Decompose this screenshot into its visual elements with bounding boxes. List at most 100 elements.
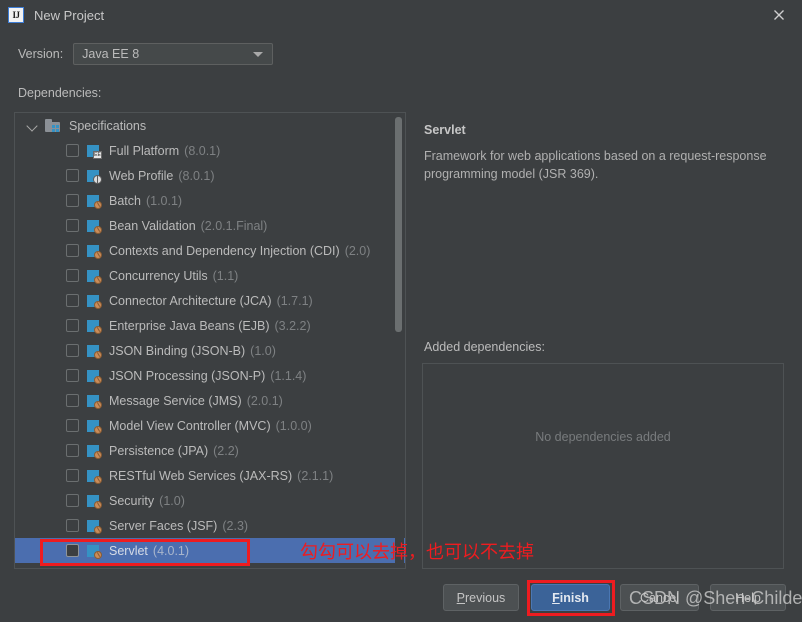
version-select[interactable]: Java EE 8 <box>73 43 274 65</box>
dependency-checkbox[interactable] <box>66 269 79 282</box>
tree-row[interactable]: Bean Validation (2.0.1.Final) <box>15 213 405 238</box>
finish-button-label: Finish <box>552 590 589 605</box>
watermark-text: CSDN @Shen-Childe <box>629 588 802 608</box>
dependency-checkbox[interactable] <box>66 169 79 182</box>
dependency-label: RESTful Web Services (JAX-RS) <box>109 468 293 483</box>
window-title: New Project <box>34 7 105 23</box>
tree-row[interactable]: EE Full Platform (8.0.1) <box>15 138 405 163</box>
previous-button-label: Previous <box>456 590 506 605</box>
dependency-version: (1.0.0) <box>275 418 312 433</box>
tree-row[interactable]: Persistence (JPA) (2.2) <box>15 438 405 463</box>
dependency-label: Full Platform <box>109 143 180 158</box>
dependency-version: (2.1.1) <box>297 468 334 483</box>
detail-description: Framework for web applications based on … <box>424 149 767 181</box>
tree-row[interactable]: Message Service (JMS) (2.0.1) <box>15 388 405 413</box>
dependency-label: Model View Controller (MVC) <box>109 418 271 433</box>
dependency-version: (8.0.1) <box>184 143 221 158</box>
dependency-checkbox[interactable] <box>66 444 79 457</box>
title-bar: IJ New Project <box>0 0 802 30</box>
dependency-checkbox[interactable] <box>66 494 79 507</box>
dependency-label: JSON Processing (JSON-P) <box>109 368 266 383</box>
tree-row[interactable]: Contexts and Dependency Injection (CDI) (… <box>15 238 405 263</box>
tree-scrollbar[interactable] <box>395 114 404 568</box>
java-spec-icon <box>87 269 102 284</box>
dependency-label: Concurrency Utils <box>109 268 208 283</box>
java-spec-icon <box>87 544 102 559</box>
dependency-label: Connector Architecture (JCA) <box>109 293 272 308</box>
dependency-label: Batch <box>109 193 141 208</box>
dependencies-tree[interactable]: Specifications EE Full Platform (8.0.1) Web … <box>14 112 406 569</box>
dependency-label: Message Service (JMS) <box>109 393 242 408</box>
tree-row[interactable]: Security (1.0) <box>15 488 405 513</box>
dependency-label: Persistence (JPA) <box>109 443 209 458</box>
java-spec-icon <box>87 394 102 409</box>
annotation-note-text: 勾勾可以去掉，也可以不去掉 <box>300 542 534 563</box>
java-spec-icon <box>87 519 102 534</box>
dependency-version: (2.0.1.Final) <box>200 218 268 233</box>
java-spec-icon <box>87 294 102 309</box>
dependency-label: Contexts and Dependency Injection (CDI) <box>109 243 340 258</box>
tree-row[interactable]: Batch (1.0.1) <box>15 188 405 213</box>
chevron-down-icon[interactable] <box>26 119 39 132</box>
dependency-label: Security <box>109 493 155 508</box>
tree-row[interactable]: JSON Binding (JSON-B) (1.0) <box>15 338 405 363</box>
dependency-checkbox[interactable] <box>66 394 79 407</box>
chevron-down-icon <box>253 52 264 57</box>
added-dependencies-label: Added dependencies: <box>424 340 545 354</box>
java-spec-icon <box>87 419 102 434</box>
tree-row[interactable]: Model View Controller (MVC) (1.0.0) <box>15 413 405 438</box>
dependency-checkbox[interactable] <box>66 369 79 382</box>
dependency-checkbox[interactable] <box>66 519 79 532</box>
close-icon[interactable] <box>756 0 802 30</box>
dependency-checkbox[interactable] <box>66 319 79 332</box>
version-selected-value: Java EE 8 <box>82 47 140 61</box>
tree-row[interactable]: Enterprise Java Beans (EJB) (3.2.2) <box>15 313 405 338</box>
tree-row[interactable]: JSON Processing (JSON-P) (1.1.4) <box>15 363 405 388</box>
dependency-version: (1.0) <box>250 343 276 358</box>
dependency-label: Bean Validation <box>109 218 196 233</box>
java-spec-icon <box>87 469 102 484</box>
java-spec-icon <box>87 219 102 234</box>
dependency-checkbox[interactable] <box>66 419 79 432</box>
java-spec-icon <box>87 369 102 384</box>
dependency-checkbox[interactable] <box>66 144 79 157</box>
dependency-version: (1.1.4) <box>270 368 307 383</box>
dependency-checkbox[interactable] <box>66 294 79 307</box>
dependency-version: (1.1) <box>212 268 239 283</box>
specifications-folder-icon <box>45 118 61 133</box>
full-platform-icon: EE <box>87 144 102 159</box>
tree-scrollbar-thumb[interactable] <box>395 117 402 332</box>
version-label: Version: <box>18 47 64 61</box>
java-spec-icon <box>87 194 102 209</box>
dependency-checkbox[interactable] <box>66 469 79 482</box>
dependency-checkbox[interactable] <box>66 544 79 557</box>
dependency-version: (1.0.1) <box>145 193 183 208</box>
app-icon-text: IJ <box>12 9 20 20</box>
tree-root-specifications[interactable]: Specifications <box>15 113 405 138</box>
java-spec-icon <box>87 444 102 459</box>
dependency-checkbox[interactable] <box>66 244 79 257</box>
previous-button[interactable]: Previous <box>443 584 519 611</box>
tree-row[interactable]: Concurrency Utils (1.1) <box>15 263 405 288</box>
finish-button[interactable]: Finish <box>531 584 610 611</box>
dependency-label: Server Faces (JSF) <box>109 518 218 533</box>
dependency-label: Web Profile <box>109 168 174 183</box>
dependency-version: (4.0.1) <box>152 543 190 558</box>
dependency-version: (2.2) <box>213 443 239 458</box>
java-spec-icon <box>87 319 102 334</box>
added-dependencies-empty-text: No dependencies added <box>535 430 671 444</box>
tree-rows-container: Specifications EE Full Platform (8.0.1) Web … <box>15 113 405 568</box>
dependency-checkbox[interactable] <box>66 194 79 207</box>
tree-row[interactable]: Server Faces (JSF) (2.3) <box>15 513 405 538</box>
dependency-version: (1.0) <box>159 493 185 508</box>
detail-title: Servlet <box>424 123 466 137</box>
dependency-checkbox[interactable] <box>66 344 79 357</box>
dependency-label: JSON Binding (JSON-B) <box>109 343 246 358</box>
tree-row[interactable]: RESTful Web Services (JAX-RS) (2.1.1) <box>15 463 405 488</box>
version-row: Version: Java EE 8 <box>18 43 274 65</box>
tree-row[interactable]: Web Profile (8.0.1) <box>15 163 405 188</box>
dependency-version: (3.2.2) <box>274 318 311 333</box>
dependency-checkbox[interactable] <box>66 219 79 232</box>
tree-row[interactable]: Connector Architecture (JCA) (1.7.1) <box>15 288 405 313</box>
web-profile-icon <box>87 169 102 184</box>
